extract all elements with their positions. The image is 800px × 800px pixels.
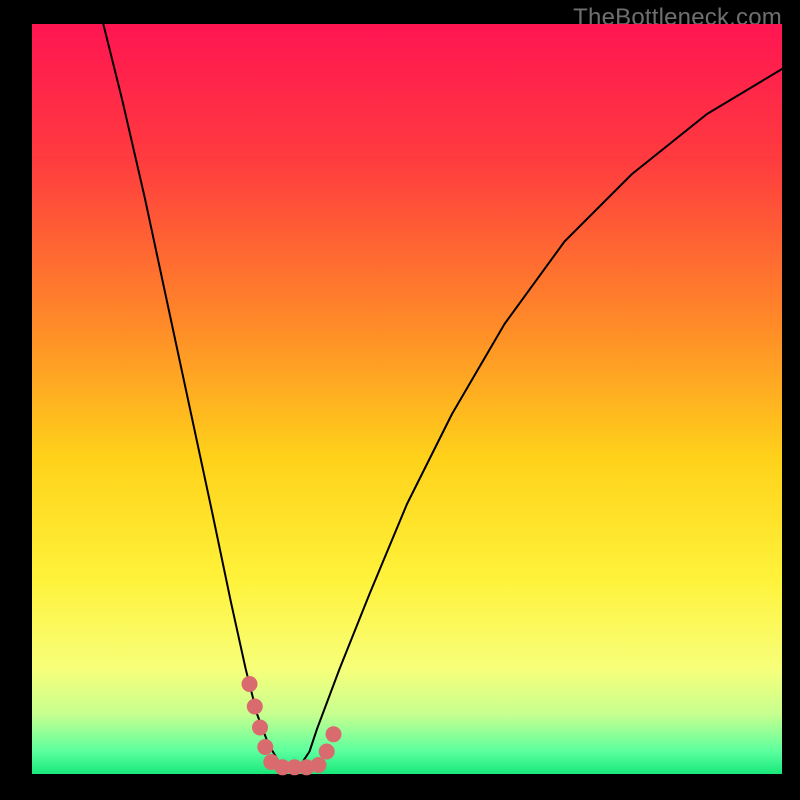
gradient-background <box>32 24 782 774</box>
bottleneck-chart <box>0 0 800 800</box>
highlight-dot <box>257 739 273 755</box>
highlight-dot <box>242 676 258 692</box>
highlight-dot <box>326 726 342 742</box>
highlight-dot <box>247 699 263 715</box>
highlight-dot <box>311 757 327 773</box>
highlight-dot <box>319 744 335 760</box>
chart-frame: TheBottleneck.com <box>0 0 800 800</box>
highlight-dot <box>252 720 268 736</box>
